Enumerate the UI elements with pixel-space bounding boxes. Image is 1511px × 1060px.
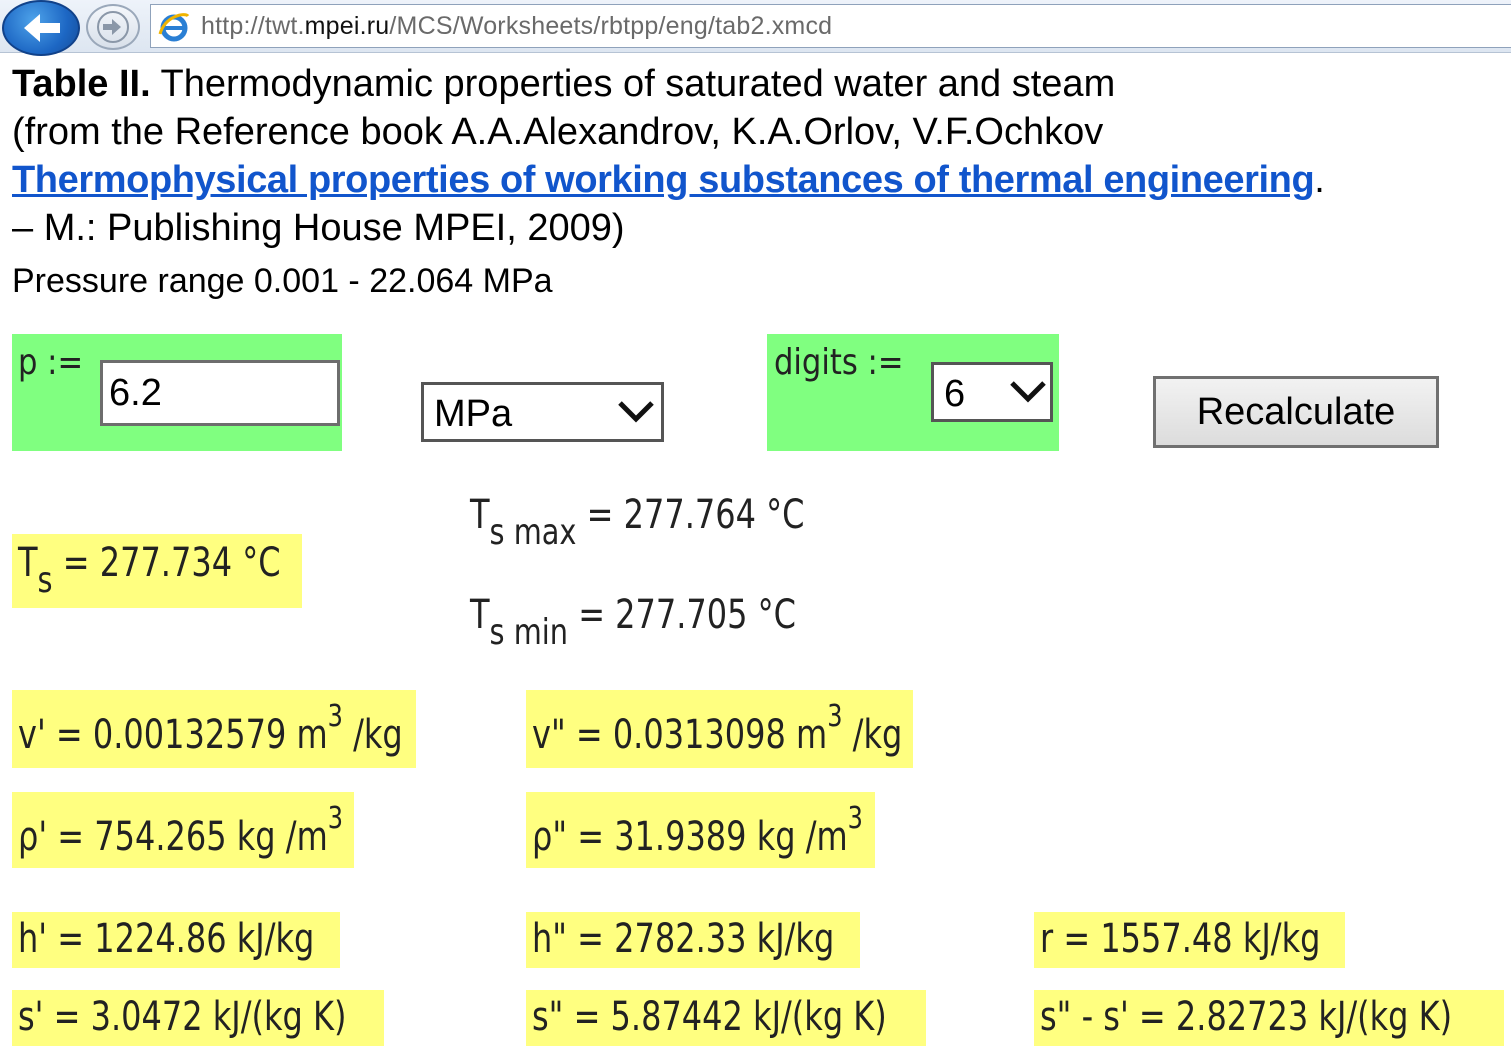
sdiff-value: s" - s' = 2.82723 kJ/(kg K) [1040,994,1453,1040]
page-title: Table II. Thermodynamic properties of sa… [12,62,1115,106]
s2-value: s" = 5.87442 kJ/(kg K) [532,994,887,1040]
digits-selected-value: 6 [944,373,966,415]
book-link-suffix: . [1314,159,1325,201]
pressure-range: Pressure range 0.001 - 22.064 MPa [12,262,553,300]
unit-selected-value: MPa [434,393,513,435]
ts-subscript: s [37,560,53,601]
ts-max-value: Ts max = 277.764 °C [470,492,805,553]
v1-exponent: 3 [327,699,343,734]
v1-value: v' = 0.00132579 m3 /kg [18,699,403,758]
browser-toolbar: http://twt.mpei.ru/MCS/Worksheets/rbtpp/… [0,0,1511,56]
h2-value: h" = 2782.33 kJ/kg [532,916,835,962]
h1-result: h' = 1224.86 kJ/kg [12,912,340,968]
s2-result: s" = 5.87442 kJ/(kg K) [526,990,926,1046]
back-button[interactable] [2,0,80,56]
chevron-down-icon [618,401,654,423]
ts-symbol: T [18,540,38,586]
unit-select[interactable]: MPa [421,382,664,442]
rho1-result: ρ' = 754.265 kg /m3 [12,792,354,868]
url-text[interactable]: http://twt.mpei.ru/MCS/Worksheets/rbtpp/… [201,12,832,41]
ie-logo-icon [158,13,190,42]
pressure-input[interactable] [100,360,340,426]
url-prefix: http://twt. [201,12,305,40]
source-line: (from the Reference book A.A.Alexandrov,… [12,111,1104,153]
v1-text: v' = 0.00132579 m [18,712,328,758]
rho2-value: ρ" = 31.9389 kg /m3 [532,801,863,860]
pressure-label: p := [18,342,84,383]
v2-exponent: 3 [827,699,843,734]
table-label: Table II. [12,63,151,105]
ts-max-subscript: s max [489,512,577,553]
chevron-down-icon [1010,381,1046,403]
ts-rest: = 277.734 °C [52,540,281,586]
address-bar[interactable]: http://twt.mpei.ru/MCS/Worksheets/rbtpp/… [150,4,1511,48]
s1-value: s' = 3.0472 kJ/(kg K) [18,994,347,1040]
digits-select[interactable]: 6 [931,362,1053,422]
forward-arrow-icon [97,11,129,43]
rho1-exponent: 3 [327,801,344,836]
ts-min-symbol: T [470,592,490,638]
ts-max-rest: = 277.764 °C [576,492,805,538]
h1-value: h' = 1224.86 kJ/kg [18,916,315,962]
v1-unit: /kg [342,712,403,758]
publisher-line: – M.: Publishing House MPEI, 2009) [12,207,625,249]
h2-result: h" = 2782.33 kJ/kg [526,912,860,968]
rho2-exponent: 3 [847,801,863,836]
ts-min-subscript: s min [489,612,569,653]
rho1-value: ρ' = 754.265 kg /m3 [18,801,343,860]
ts-result: Ts = 277.734 °C [12,534,302,608]
v2-result: v" = 0.0313098 m3 /kg [526,690,913,768]
v1-result: v' = 0.00132579 m3 /kg [12,690,416,768]
recalculate-button[interactable]: Recalculate [1153,376,1439,448]
sdiff-result: s" - s' = 2.82723 kJ/(kg K) [1034,990,1504,1046]
v2-value: v" = 0.0313098 m3 /kg [532,699,903,758]
r-result: r = 1557.48 kJ/kg [1034,912,1345,968]
url-path: /MCS/Worksheets/rbtpp/eng/tab2.xmcd [389,12,833,40]
book-link[interactable]: Thermophysical properties of working sub… [12,159,1315,201]
ts-min-value: Ts min = 277.705 °C [470,592,797,653]
table-title: Thermodynamic properties of saturated wa… [150,63,1116,105]
ts-value: Ts = 277.734 °C [18,540,281,601]
v2-text: v" = 0.0313098 m [532,712,828,758]
v2-unit: /kg [842,712,903,758]
digits-label: digits := [774,342,904,383]
ts-min-rest: = 277.705 °C [568,592,797,638]
s1-result: s' = 3.0472 kJ/(kg K) [12,990,384,1046]
r-value: r = 1557.48 kJ/kg [1040,916,1321,962]
url-domain: mpei.ru [304,12,390,40]
forward-button[interactable] [86,4,140,50]
rho2-text: ρ" = 31.9389 kg /m [532,814,848,860]
book-link-line: Thermophysical properties of working sub… [12,158,1325,202]
back-arrow-icon [24,14,60,42]
rho2-result: ρ" = 31.9389 kg /m3 [526,792,875,868]
rho1-text: ρ' = 754.265 kg /m [18,814,328,860]
ts-max-symbol: T [470,492,490,538]
